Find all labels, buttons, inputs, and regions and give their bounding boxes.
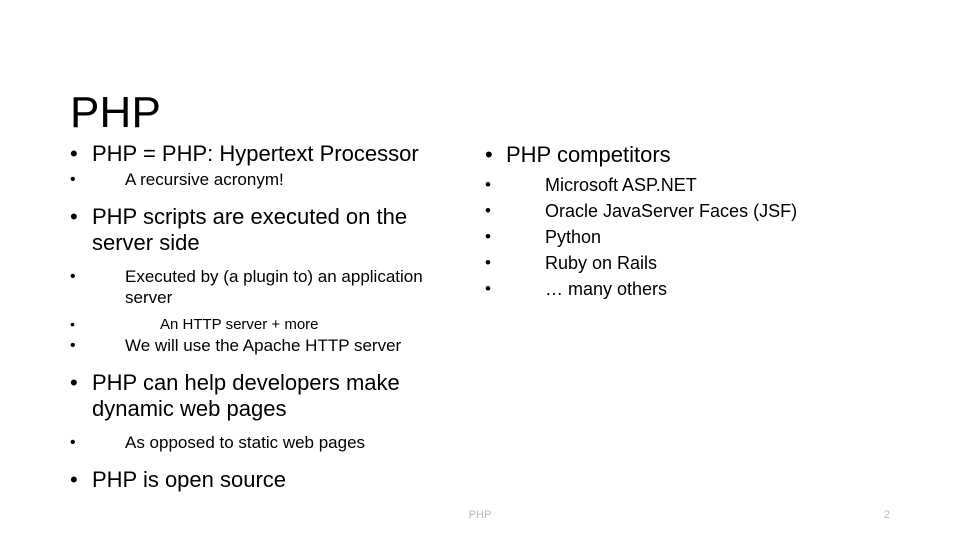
- left-content-column: • PHP = PHP: Hypertext Processor • A rec…: [70, 141, 470, 495]
- list-item-label: An HTTP server + more: [160, 316, 319, 333]
- left-bullet-list: • PHP = PHP: Hypertext Processor • A rec…: [70, 141, 470, 493]
- list-item: • Executed by (a plugin to) an applicati…: [70, 266, 470, 308]
- bullet-icon: •: [485, 201, 491, 220]
- list-item-label: We will use the Apache HTTP server: [125, 336, 402, 355]
- list-item: • As opposed to static web pages: [70, 432, 470, 453]
- list-item: • PHP competitors: [485, 141, 885, 168]
- list-item-label: PHP competitors: [506, 142, 671, 167]
- list-item: • An HTTP server + more: [70, 315, 470, 334]
- bullet-icon: •: [70, 370, 78, 395]
- list-item: • A recursive acronym!: [70, 169, 470, 190]
- footer-title: PHP: [468, 509, 492, 521]
- bullet-icon: •: [485, 175, 491, 194]
- list-item: • Oracle JavaServer Faces (JSF): [485, 198, 885, 224]
- list-item: • Python: [485, 224, 885, 250]
- list-item-label: Ruby on Rails: [545, 253, 658, 273]
- page-number: 2: [883, 509, 890, 521]
- bullet-icon: •: [485, 227, 491, 246]
- bullet-icon: •: [70, 171, 76, 188]
- bullet-icon: •: [485, 279, 491, 298]
- list-item: • … many others: [485, 276, 885, 302]
- list-item: • PHP = PHP: Hypertext Processor: [70, 141, 470, 167]
- slide: PHP • PHP = PHP: Hypertext Processor • A…: [0, 0, 960, 540]
- list-item-label: PHP scripts are executed on the server s…: [92, 204, 408, 255]
- list-item-label: Executed by (a plugin to) an application…: [125, 267, 423, 307]
- bullet-icon: •: [70, 141, 78, 166]
- bullet-icon: •: [70, 467, 78, 492]
- list-item-label: Python: [545, 227, 602, 247]
- list-item-label: As opposed to static web pages: [125, 433, 366, 452]
- list-item: • PHP can help developers make dynamic w…: [70, 370, 470, 422]
- list-item: • Microsoft ASP.NET: [485, 172, 885, 198]
- list-item-label: A recursive acronym!: [125, 170, 284, 189]
- bullet-icon: •: [70, 204, 78, 229]
- right-content-column: • PHP competitors • Microsoft ASP.NET • …: [485, 141, 885, 302]
- page-title: PHP: [70, 88, 162, 138]
- list-item: • PHP is open source: [70, 467, 470, 493]
- bullet-icon: •: [485, 142, 493, 167]
- bullet-icon: •: [70, 434, 76, 451]
- list-item-label: PHP can help developers make dynamic web…: [92, 370, 400, 421]
- bullet-icon: •: [70, 337, 76, 354]
- list-item-label: PHP = PHP: Hypertext Processor: [92, 141, 419, 166]
- bullet-icon: •: [70, 268, 76, 285]
- list-item-label: Oracle JavaServer Faces (JSF): [545, 201, 798, 221]
- right-bullet-list: • PHP competitors • Microsoft ASP.NET • …: [485, 141, 885, 302]
- list-item-label: PHP is open source: [92, 467, 287, 492]
- bullet-icon: •: [70, 316, 75, 332]
- list-item: • We will use the Apache HTTP server: [70, 335, 470, 356]
- list-item-label: Microsoft ASP.NET: [545, 175, 697, 195]
- bullet-icon: •: [485, 253, 491, 272]
- list-item: • PHP scripts are executed on the server…: [70, 204, 470, 256]
- list-item-label: … many others: [545, 279, 668, 299]
- list-item: • Ruby on Rails: [485, 250, 885, 276]
